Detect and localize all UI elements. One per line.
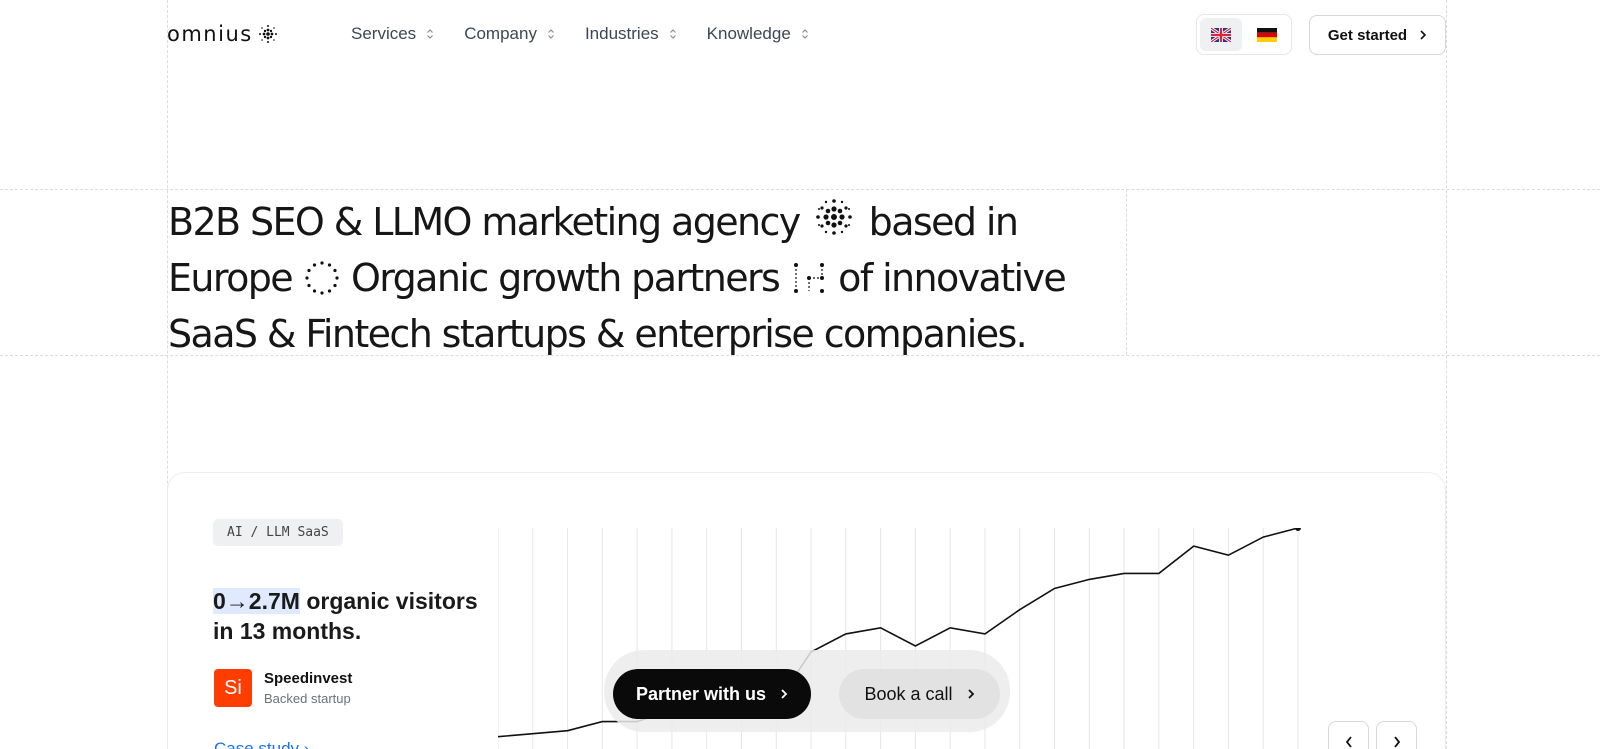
dotted-circle-icon [304,261,339,295]
company-subtitle: Backed startup [264,691,351,706]
chevron-up-down-icon [801,29,808,39]
case-headline: 0→2.7M organic visitors in 13 months. [213,586,493,646]
nav-item-services[interactable]: Services [351,24,434,44]
main-nav: Services Company Industries Knowledge [351,24,809,44]
logo-dots-icon [258,25,277,43]
chevron-up-down-icon [548,29,554,39]
lang-en-button[interactable] [1200,18,1242,51]
chevron-right-icon [1420,30,1427,40]
nav-item-company[interactable]: Company [464,24,555,44]
chevron-left-icon [1345,735,1352,748]
company-name: Speedinvest [264,670,353,687]
carousel-prev-button[interactable] [1328,721,1369,749]
case-study-link[interactable]: Case study › [214,739,309,749]
partner-label: Partner with us [635,683,767,704]
nav-item-knowledge[interactable]: Knowledge [707,24,809,44]
carousel-next-button[interactable] [1376,721,1417,749]
chevron-up-down-icon [427,29,434,39]
partner-with-us-button[interactable]: Partner with us [613,669,811,719]
nav-item-industries[interactable]: Industries [585,24,677,44]
chevron-up-down-icon [669,29,676,39]
language-switcher [1196,14,1292,55]
guide-line [0,189,1600,190]
case-study-link-label: Case study [214,739,300,749]
guide-line [1446,0,1447,749]
company-logo: Si [214,669,252,707]
chevron-right-icon [1393,735,1400,748]
nav-item-label: Knowledge [706,24,791,43]
nav-item-label: Company [464,24,537,43]
logo-text: omnius [167,22,253,46]
german-flag-icon [1257,27,1277,42]
company-info: Si Speedinvest Backed startup [214,669,352,707]
hero-text-1: B2B SEO & LLMO marketing agency [168,200,801,244]
book-a-call-button[interactable]: Book a call [839,669,1000,719]
logo[interactable]: omnius [167,22,279,46]
nav-item-label: Services [351,24,417,43]
hero-text-3: Organic growth partners [351,256,781,300]
book-label: Book a call [864,683,953,704]
dots-sphere-icon [816,199,852,235]
site-header: omnius Services Company Industries Knowl… [0,0,1600,68]
hero-headline: B2B SEO & LLMO marketing agency based in… [168,193,1128,362]
get-started-button[interactable]: Get started [1309,15,1446,55]
chevron-right-icon [967,689,974,699]
metric-highlight: 0→2.7M [213,588,300,614]
industry-tag: AI / LLM SaaS [213,519,343,546]
chart-point [1295,528,1301,531]
get-started-label: Get started [1327,26,1408,44]
lang-de-button[interactable] [1246,18,1288,51]
nav-item-label: Industries [584,24,659,43]
network-nodes-icon [793,263,824,293]
chevron-right-icon [781,689,788,699]
uk-flag-icon [1211,27,1231,42]
